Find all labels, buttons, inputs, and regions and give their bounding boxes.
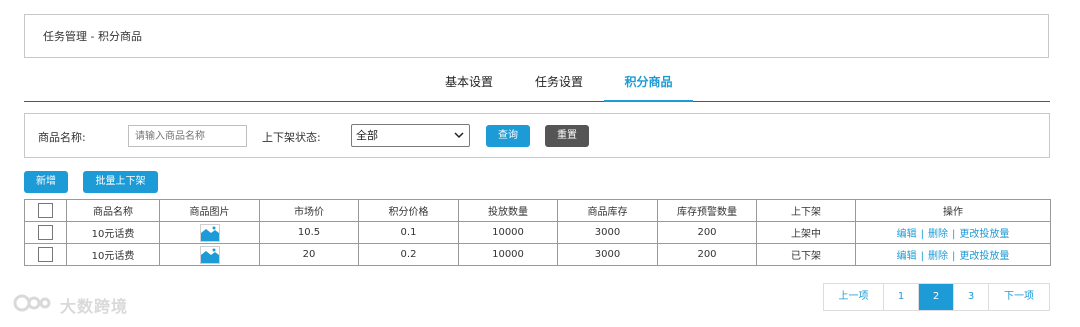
watermark-text: 大数跨境 (60, 297, 129, 316)
col-header: 积分价格 (358, 199, 459, 222)
status-cell: 已下架 (756, 243, 856, 266)
image-placeholder-icon (199, 245, 220, 264)
table-header-row: 商品名称 商品图片 市场价 积分价格 投放数量 商品库存 库存预警数量 上下架 … (24, 199, 1051, 222)
reset-button[interactable]: 重置 (545, 125, 589, 147)
product-name-cell: 10元话费 (66, 243, 160, 266)
market-price-cell: 10.5 (259, 221, 359, 244)
status-label: 上下架状态: (262, 131, 321, 144)
tab-task-settings[interactable]: 任务设置 (518, 64, 600, 102)
chevron-down-icon (454, 125, 464, 155)
product-name-input[interactable] (128, 125, 247, 147)
row-select-cell[interactable] (24, 243, 67, 266)
col-header: 操作 (855, 199, 1051, 222)
stock-cell: 3000 (557, 243, 658, 266)
change-quantity-link[interactable]: 更改投放量 (959, 251, 1009, 262)
status-select[interactable]: 全部 (351, 124, 470, 147)
market-price-cell: 20 (259, 243, 359, 266)
page-button-current[interactable]: 2 (919, 284, 954, 310)
change-quantity-link[interactable]: 更改投放量 (959, 229, 1009, 240)
col-header: 商品图片 (159, 199, 260, 222)
pagination: 上一项 1 2 3 下一项 (823, 283, 1050, 311)
breadcrumb: 任务管理 - 积分商品 (24, 14, 1049, 58)
table-row: 10元话费 10.5 0.1 10000 3000 200 上架中 编辑 | 删除 |… (24, 221, 1051, 244)
separator: | (920, 229, 924, 240)
status-select-value: 全部 (356, 129, 378, 142)
prev-page-button[interactable]: 上一项 (824, 284, 884, 310)
col-header: 商品名称 (66, 199, 160, 222)
breadcrumb-text: 任务管理 - 积分商品 (43, 30, 142, 43)
separator: | (952, 229, 956, 240)
operations-cell: 编辑 | 删除 | 更改投放量 (855, 221, 1051, 244)
operations-cell: 编辑 | 删除 | 更改投放量 (855, 243, 1051, 266)
edit-link[interactable]: 编辑 (897, 251, 917, 262)
batch-toggle-button[interactable]: 批量上下架 (83, 171, 158, 193)
delete-link[interactable]: 删除 (928, 229, 948, 240)
col-header: 投放数量 (458, 199, 558, 222)
watermark-logo-icon (12, 292, 56, 318)
points-price-cell: 0.2 (358, 243, 459, 266)
stock-warning-cell: 200 (657, 221, 757, 244)
separator: | (920, 251, 924, 262)
row-checkbox[interactable] (38, 247, 53, 262)
quantity-cell: 10000 (458, 243, 558, 266)
tab-bar: 基本设置 任务设置 积分商品 (24, 64, 1050, 102)
tab-basic-settings[interactable]: 基本设置 (428, 64, 510, 102)
table-row: 10元话费 20 0.2 10000 3000 200 已下架 编辑 | 删除 | 更改… (24, 243, 1051, 266)
products-table: 商品名称 商品图片 市场价 积分价格 投放数量 商品库存 库存预警数量 上下架 … (24, 199, 1051, 266)
query-button[interactable]: 查询 (486, 125, 530, 147)
search-panel: 商品名称: 上下架状态: 全部 查询 重置 (24, 113, 1050, 158)
page-button[interactable]: 3 (954, 284, 989, 310)
row-checkbox[interactable] (38, 225, 53, 240)
tab-points-products[interactable]: 积分商品 (604, 64, 693, 102)
product-image-cell (159, 243, 260, 266)
select-all-cell[interactable] (24, 199, 67, 222)
product-name-label: 商品名称: (38, 131, 86, 144)
row-select-cell[interactable] (24, 221, 67, 244)
next-page-button[interactable]: 下一项 (989, 284, 1049, 310)
page-button[interactable]: 1 (884, 284, 919, 310)
delete-link[interactable]: 删除 (928, 251, 948, 262)
product-name-cell: 10元话费 (66, 221, 160, 244)
add-button[interactable]: 新增 (24, 171, 68, 193)
watermark: 大数跨境 (8, 292, 128, 318)
col-header: 库存预警数量 (657, 199, 757, 222)
col-header: 市场价 (259, 199, 359, 222)
points-price-cell: 0.1 (358, 221, 459, 244)
stock-cell: 3000 (557, 221, 658, 244)
col-header: 商品库存 (557, 199, 658, 222)
status-cell: 上架中 (756, 221, 856, 244)
edit-link[interactable]: 编辑 (897, 229, 917, 240)
col-header: 上下架 (756, 199, 856, 222)
select-all-checkbox[interactable] (38, 203, 53, 218)
stock-warning-cell: 200 (657, 243, 757, 266)
quantity-cell: 10000 (458, 221, 558, 244)
separator: | (952, 251, 956, 262)
image-placeholder-icon (199, 223, 220, 242)
product-image-cell (159, 221, 260, 244)
